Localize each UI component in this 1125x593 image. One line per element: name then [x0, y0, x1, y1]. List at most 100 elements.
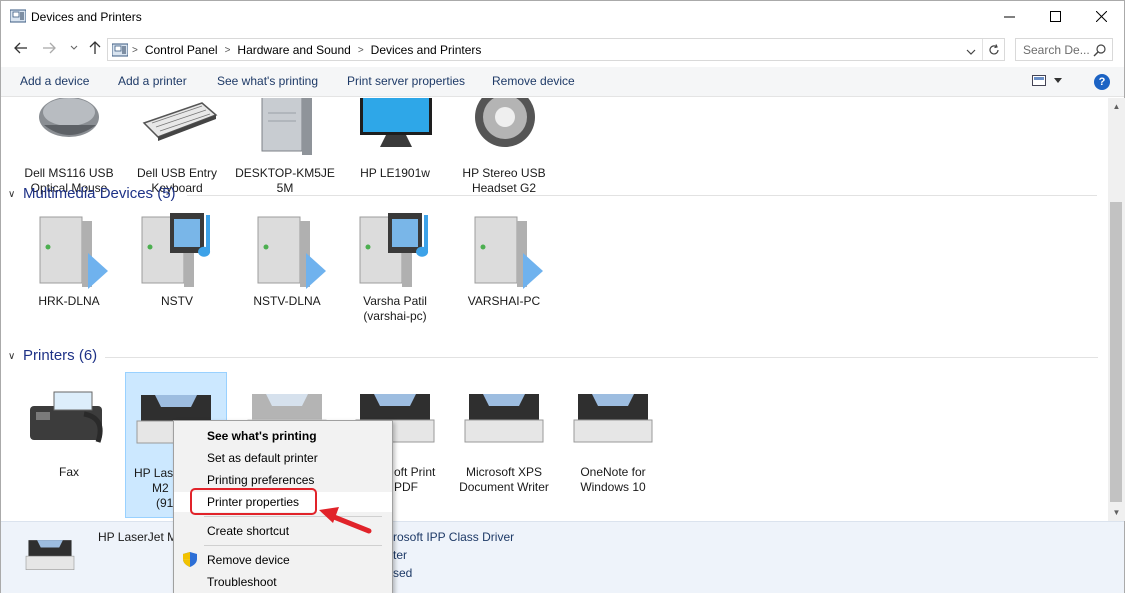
media-renderer-icon — [141, 213, 211, 287]
recent-locations-button[interactable] — [64, 38, 84, 58]
close-button[interactable] — [1078, 1, 1124, 32]
multimedia-devices-group-header[interactable]: ∨ Multimedia Devices (5) — [1, 184, 1108, 206]
menu-item-label: Set as default printer — [207, 451, 318, 465]
multimedia-device-item[interactable]: NSTV — [126, 213, 228, 309]
address-dropdown-button[interactable] — [966, 45, 976, 59]
breadcrumb-devices-and-printers[interactable]: Devices and Printers — [371, 43, 482, 57]
scroll-up-arrow-icon[interactable]: ▲ — [1108, 98, 1125, 115]
menu-item-printing-preferences[interactable]: Printing preferences — [174, 470, 392, 490]
breadcrumb-separator-icon: > — [132, 44, 138, 56]
printer-label: OneNote for — [580, 465, 646, 479]
multimedia-device-item[interactable]: HRK-DLNA — [18, 213, 120, 309]
menu-item-see-whats-printing[interactable]: See what's printing — [174, 426, 392, 446]
printer-icon — [25, 540, 75, 570]
change-view-button[interactable] — [1032, 75, 1062, 86]
keyboard-icon — [142, 102, 218, 141]
breadcrumb-hardware-and-sound[interactable]: Hardware and Sound — [237, 43, 350, 57]
maximize-icon — [1049, 11, 1061, 22]
breadcrumb-control-panel[interactable]: Control Panel — [145, 43, 218, 57]
scrollbar-thumb[interactable] — [1110, 202, 1122, 502]
control-panel-icon — [112, 43, 128, 57]
devices-content-area: Dell MS116 USB Optical Mouse Dell USB En… — [1, 98, 1108, 521]
arrow-right-icon — [43, 42, 56, 54]
device-item[interactable]: HP Stereo USB Headset G2 — [453, 98, 555, 196]
details-pane: HP LaserJet M rosoft IPP Class Driver te… — [1, 521, 1124, 593]
see-whats-printing-button[interactable]: See what's printing — [217, 74, 318, 88]
printer-item[interactable]: OneNote for Windows 10 — [562, 384, 664, 495]
back-button[interactable] — [11, 38, 31, 58]
menu-item-label: Remove device — [207, 553, 290, 567]
close-icon — [1095, 11, 1107, 22]
uac-shield-icon — [183, 552, 197, 567]
maximize-button[interactable] — [1032, 1, 1078, 32]
printer-item[interactable]: Microsoft XPS Document Writer — [453, 384, 555, 495]
device-item[interactable]: DESKTOP-KM5JE 5M — [234, 98, 336, 196]
device-item[interactable]: HP LE1901w — [344, 98, 446, 181]
vertical-scrollbar[interactable]: ▲ ▼ — [1108, 98, 1125, 521]
view-icon — [1032, 75, 1046, 86]
multimedia-device-item[interactable]: NSTV-DLNA — [236, 213, 338, 309]
help-button[interactable]: ? — [1094, 74, 1110, 90]
menu-item-label: Create shortcut — [207, 524, 290, 538]
annotation-arrow-icon — [319, 507, 372, 534]
menu-item-remove-device[interactable]: Remove device — [174, 550, 392, 570]
window-title: Devices and Printers — [31, 10, 142, 24]
menu-item-set-default-printer[interactable]: Set as default printer — [174, 448, 392, 468]
device-label: HP LE1901w — [360, 166, 430, 180]
devices-and-printers-window: Devices and Printers > Control Panel > H… — [0, 0, 1125, 593]
device-label: NSTV — [160, 294, 193, 308]
printer-icon — [573, 394, 653, 443]
search-input[interactable] — [1023, 43, 1095, 57]
menu-item-label: See what's printing — [207, 429, 317, 443]
printer-label: Microsoft XPS — [465, 465, 543, 479]
navigation-bar: > Control Panel > Hardware and Sound > D… — [1, 34, 1124, 64]
menu-item-label: Troubleshoot — [207, 575, 277, 589]
device-label: VARSHAI-PC — [467, 294, 541, 308]
multimedia-device-item[interactable]: VARSHAI-PC — [453, 213, 555, 309]
add-device-button[interactable]: Add a device — [20, 74, 89, 88]
printer-icon — [464, 394, 544, 443]
device-item[interactable]: Dell MS116 USB Optical Mouse — [18, 98, 120, 196]
group-divider — [187, 195, 1097, 196]
fax-icon — [30, 391, 103, 443]
printers-group-header[interactable]: ∨ Printers (6) — [1, 346, 1108, 368]
minimize-icon — [1003, 16, 1015, 18]
printer-label: Document Writer — [459, 480, 549, 494]
device-item[interactable]: Dell USB Entry Keyboard — [126, 98, 228, 196]
title-bar: Devices and Printers — [1, 1, 1124, 32]
up-button[interactable] — [85, 38, 105, 58]
command-bar: Add a device Add a printer See what's pr… — [1, 67, 1124, 97]
group-title: Printers (6) — [23, 347, 98, 364]
printer-label: Windows 10 — [580, 480, 646, 494]
address-bar[interactable]: > Control Panel > Hardware and Sound > D… — [107, 38, 1005, 61]
media-server-icon — [39, 216, 108, 289]
device-label: Dell USB Entry — [136, 166, 218, 180]
printer-item[interactable]: Fax — [18, 384, 120, 480]
device-label: Varsha Patil — [363, 294, 427, 308]
breadcrumb: > Control Panel > Hardware and Sound > D… — [132, 43, 481, 57]
device-model-text: rosoft IPP Class Driver — [393, 530, 515, 544]
arrow-up-icon — [89, 41, 101, 54]
mouse-icon — [39, 98, 99, 137]
breadcrumb-separator-icon: > — [224, 44, 231, 56]
chevron-down-icon — [966, 49, 976, 55]
remove-device-button[interactable]: Remove device — [492, 74, 575, 88]
refresh-icon — [988, 43, 999, 54]
add-printer-button[interactable]: Add a printer — [118, 74, 187, 88]
devices-printers-app-icon — [10, 9, 26, 23]
multimedia-device-item[interactable]: Varsha Patil (varshai-pc) — [344, 213, 446, 324]
media-renderer-icon — [359, 213, 429, 287]
minimize-button[interactable] — [986, 1, 1032, 32]
print-server-properties-button[interactable]: Print server properties — [347, 74, 465, 88]
selected-device-name: HP LaserJet M — [98, 530, 178, 544]
forward-button[interactable] — [39, 38, 59, 58]
scroll-down-arrow-icon[interactable]: ▼ — [1108, 504, 1125, 521]
search-box[interactable] — [1015, 38, 1113, 61]
device-label: HRK-DLNA — [38, 294, 100, 308]
chevron-down-icon — [70, 45, 78, 50]
device-category-text: ter — [393, 548, 408, 562]
menu-item-troubleshoot[interactable]: Troubleshoot — [174, 572, 392, 592]
annotation-highlight-box — [190, 488, 317, 515]
menu-separator — [204, 545, 382, 546]
refresh-button[interactable] — [982, 39, 1004, 60]
